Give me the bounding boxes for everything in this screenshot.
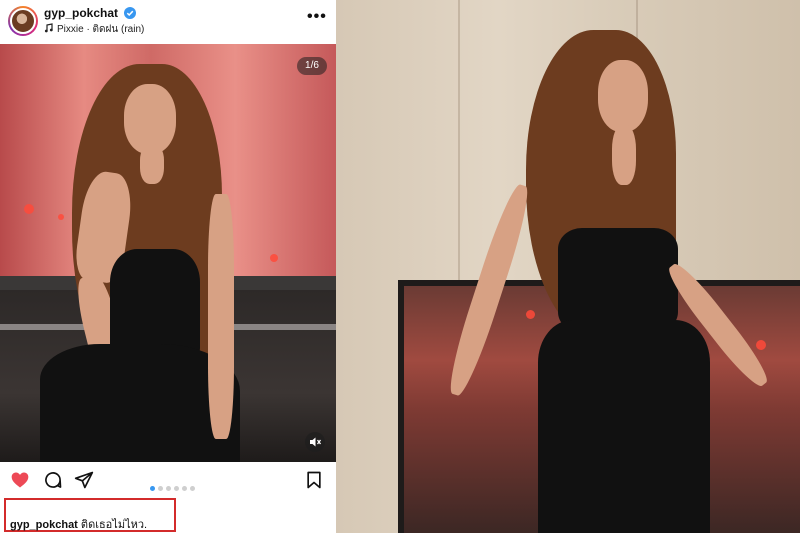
bookmark-icon[interactable] — [304, 470, 324, 490]
carousel-dot — [182, 486, 187, 491]
post-username-row[interactable]: gyp_pokchat — [44, 6, 137, 20]
dancing-photo — [336, 0, 800, 533]
instagram-post: gyp_pokchat Pixxie · ติดฝน (rain) ••• 1/… — [0, 0, 336, 533]
heart-icon[interactable] — [10, 470, 30, 490]
image-counter: 1/6 — [297, 57, 327, 75]
verified-badge-icon — [124, 7, 137, 19]
send-icon[interactable] — [74, 470, 94, 490]
comment-icon[interactable] — [43, 470, 63, 490]
more-options-icon[interactable]: ••• — [307, 8, 327, 26]
audio-track[interactable]: Pixxie · ติดฝน (rain) — [44, 22, 144, 37]
post-caption: gyp_pokchat ติดเธอไม่ไหว. — [10, 515, 147, 533]
post-action-bar — [0, 462, 336, 498]
carousel-dot — [150, 486, 155, 491]
carousel-dot — [166, 486, 171, 491]
caption-username[interactable]: gyp_pokchat — [10, 519, 78, 531]
post-username[interactable]: gyp_pokchat — [44, 6, 118, 20]
carousel-indicator — [150, 478, 198, 496]
post-header: gyp_pokchat Pixxie · ติดฝน (rain) ••• — [0, 0, 336, 44]
audio-track-label: Pixxie · ติดฝน (rain) — [57, 24, 145, 35]
caption-text: ติดเธอไม่ไหว. — [80, 519, 148, 531]
carousel-dot — [190, 486, 195, 491]
speaker-muted-icon[interactable] — [305, 432, 325, 452]
carousel-dot — [174, 486, 179, 491]
carousel-dot — [158, 486, 163, 491]
music-note-icon — [44, 23, 53, 33]
profile-avatar[interactable] — [8, 6, 38, 36]
post-photo[interactable] — [0, 44, 336, 462]
